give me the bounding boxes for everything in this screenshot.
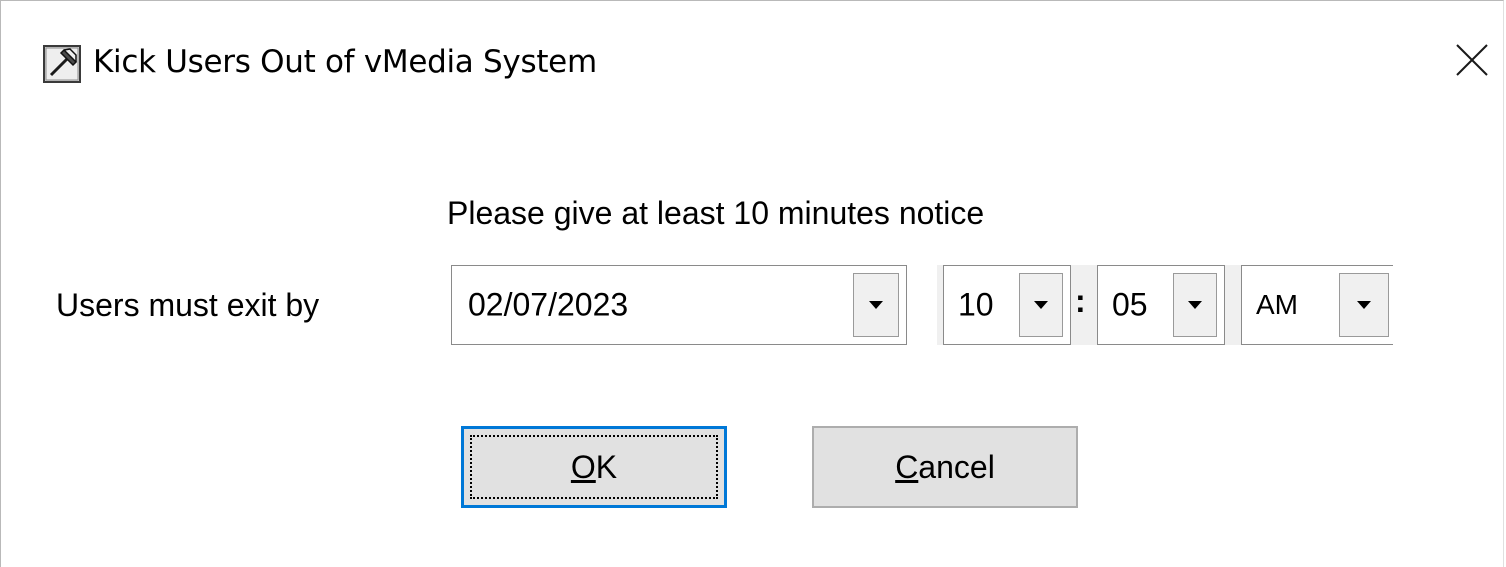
ampm-value: AM bbox=[1256, 289, 1298, 320]
minute-value: 05 bbox=[1112, 286, 1148, 323]
chevron-down-icon bbox=[1357, 301, 1371, 309]
hammer-icon bbox=[43, 45, 81, 83]
date-dropdown-button[interactable] bbox=[853, 273, 899, 337]
dialog-window: Kick Users Out of vMedia System Please g… bbox=[0, 0, 1504, 567]
hour-combobox[interactable]: 10 bbox=[943, 265, 1071, 345]
close-button[interactable] bbox=[1447, 37, 1497, 87]
minute-combobox[interactable]: 05 bbox=[1097, 265, 1225, 345]
cancel-button[interactable]: Cancel bbox=[812, 426, 1078, 508]
ampm-combobox[interactable]: AM bbox=[1241, 265, 1393, 345]
ok-mnemonic: O bbox=[570, 448, 596, 485]
window-title: Kick Users Out of vMedia System bbox=[93, 44, 597, 80]
hour-dropdown-button[interactable] bbox=[1019, 273, 1063, 337]
ok-button[interactable]: OK bbox=[461, 426, 727, 508]
time-separator: : bbox=[1075, 283, 1086, 319]
ok-button-label: OK bbox=[571, 449, 617, 486]
title-bar[interactable]: Kick Users Out of vMedia System bbox=[1, 1, 1503, 119]
hour-value: 10 bbox=[958, 286, 994, 323]
cancel-button-label: Cancel bbox=[895, 449, 995, 486]
chevron-down-icon bbox=[869, 301, 883, 309]
date-value: 02/07/2023 bbox=[468, 286, 629, 323]
exit-by-label: Users must exit by bbox=[56, 287, 320, 323]
date-combobox[interactable]: 02/07/2023 bbox=[451, 265, 907, 345]
notice-text: Please give at least 10 minutes notice bbox=[447, 195, 985, 231]
minute-dropdown-button[interactable] bbox=[1173, 273, 1217, 337]
ok-label-rest: K bbox=[595, 448, 618, 485]
ampm-dropdown-button[interactable] bbox=[1339, 273, 1389, 337]
cancel-label-rest: ancel bbox=[918, 448, 995, 485]
chevron-down-icon bbox=[1034, 301, 1048, 309]
cancel-mnemonic: C bbox=[895, 448, 919, 485]
chevron-down-icon bbox=[1188, 301, 1202, 309]
close-icon bbox=[1455, 43, 1489, 82]
